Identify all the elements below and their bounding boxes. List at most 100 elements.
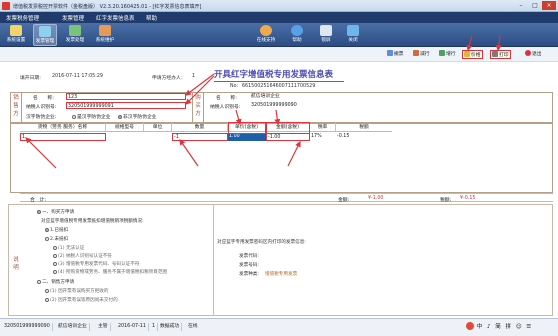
totals-amount-label: 金额: [338,198,350,203]
minus-icon [413,50,419,56]
buyer-taxid-label: 纳税人识别号: [210,105,241,110]
lock-icon [320,25,332,36]
col-name: 货物（劳务 服务）名称 [20,123,106,132]
invoice-process-button[interactable]: 发票处理 [63,24,87,46]
amount-header-highlight [266,122,310,134]
row-qty-cell[interactable]: -1 [172,133,228,141]
seller-reason-2-radio[interactable]: (2) 因开票有误等原因尚未交付的 [45,297,118,303]
window-titlebar: 增值税发票税控开票软件（金税盘版） V2.3.20.160425.01 - [红… [0,0,558,12]
menu-help[interactable]: 帮助 [146,14,157,22]
lock-screen-button[interactable]: 锁屏 [314,24,338,46]
seller-reason-1-radio[interactable]: (1) 因开票有误购买方拒收的 [45,288,109,294]
buyer-side-label: 购买方 [195,95,201,117]
system-maintain-button[interactable]: 系统维护 [93,24,117,46]
minimize-icon[interactable]: – [514,1,528,10]
tray-pinyin: 拼 [505,324,512,330]
add-row-button[interactable]: 增行 [438,50,457,59]
plus-icon [439,50,445,56]
invoice-manage-button[interactable]: 发票管理 [33,24,57,46]
status-date: 2016-07-11 [116,323,149,331]
seller-taxid-field[interactable]: 320501999999091 [66,102,186,109]
anti-fake-no-radio[interactable]: 非汉字防伪企业 [118,113,157,120]
row-name-cell[interactable]: 1 [20,133,106,141]
totals-tax-label: 税额: [440,198,452,203]
window-title: 增值税发票税控开票软件（金税盘版） V2.3.20.160425.01 - [红… [13,4,202,10]
col-unit: 单位 [144,123,172,132]
seller-apply-radio[interactable]: 二、销售方申请 [37,279,74,285]
tray-lang: 中 [476,324,483,330]
reason-3-radio[interactable]: (3) 增值税专用发票代码、号码认证不符 [53,261,139,267]
buyer-name-value: 航信培训企业 [251,94,280,99]
row-amount-cell[interactable]: -1.00 [266,133,310,141]
status-online: 在线 [188,324,198,329]
cancel-invoice-button[interactable]: 撤票 [386,50,405,59]
tray-sound: ♪ [487,324,491,330]
invoice-icon [39,26,51,37]
status-company: 航信培训企业 [56,323,90,331]
price-button[interactable]: 价格 [462,50,483,59]
exit-button[interactable]: 退出 [524,50,543,59]
support-icon [260,25,272,36]
blue-invoice-heading: 对应蓝字专用发票密码区内打印的发票信息: [217,240,306,245]
status-count: 1 [150,323,159,331]
seller-taxid-label: 纳税人识别号: [26,105,57,110]
menu-invoice-manage[interactable]: 发票管理 [62,14,84,22]
reason-1-radio[interactable]: (1) 无法认证 [53,245,84,251]
invoice-number-label: 发票号码: [239,263,259,268]
totals-label: 合 计: [30,198,47,203]
exit-circle-icon [525,50,531,56]
system-settings-button[interactable]: 系统设置 [4,24,28,46]
reason-4-radio[interactable]: (4) 所购货物或劳务、服务不属于增值税扣税项目范围 [53,269,167,275]
buyer-taxid-value: 320501999999090 [251,103,297,108]
totals-row: 合 计: 金额: ¥-1.00 税额: ¥-0.15 [20,193,553,203]
notes-divider [213,205,214,315]
menu-red-invoice-info[interactable]: 红字发票信息表 [96,14,135,22]
app-icon [2,2,10,10]
row-tax-cell[interactable]: -0.15 [336,133,392,141]
anti-fake-yes-radio[interactable]: 是汉字防伪企业 [72,113,111,120]
row-spec-cell[interactable] [106,133,144,141]
tray-emoji: ☺ [515,324,522,330]
totals-amount: ¥-1.00 [368,196,384,201]
action-bar: 撤票 减行 增行 价格 打印 退出 [0,47,558,62]
reason-2-radio[interactable]: (2) 纳税人识别号认证不符 [53,253,112,259]
settings-icon [10,25,22,36]
anti-fake-label: 汉字防伪企业: [26,115,57,120]
col-tax: 税额 [336,123,392,132]
row-rate-cell[interactable]: 17% [310,133,336,141]
fill-date-label: 填开日期: [20,76,41,81]
maintain-icon [99,25,111,36]
close-icon[interactable]: × [542,1,556,10]
seller-name-field[interactable]: 123 [66,93,186,100]
close-app-button[interactable]: 关闭 [341,24,365,46]
status-role: 主管 [96,323,111,331]
tray-menu: ☰ [526,324,532,330]
row-price-cell[interactable]: 1.00 [228,133,266,141]
remove-row-button[interactable]: 减行 [412,50,431,59]
online-support-button[interactable]: 在线支持 [254,24,278,46]
status-bar: 320501999999090 航信培训企业 主管 2016-07-11 1 数… [0,318,558,336]
row-unit-cell[interactable] [144,133,172,141]
ime-tray[interactable]: 中 ♪ 简 拼 ☺ ☰ [466,321,531,333]
no-label: No: [230,84,239,89]
notes-section: 说明 一、购买方申请 对应蓝字增值税专用发票抵扣增值税销项税额情况: 1.已抵扣… [8,204,553,316]
col-spec: 规格型号 [106,123,144,132]
print-button[interactable]: 打印 [490,50,511,59]
help-button[interactable]: 帮助 [285,24,309,46]
help-icon [291,25,303,36]
price-icon [464,51,470,57]
buyer-apply-radio[interactable]: 一、购买方申请 [37,209,74,215]
col-rate: 税率 [310,123,336,132]
deducted-radio[interactable]: 1.已抵扣 [45,227,68,233]
status-message: 数据成功 [158,323,183,331]
applicant-value: 1 [192,74,196,79]
totals-tax: ¥-0.15 [460,196,476,201]
not-deducted-radio[interactable]: 2.未抵扣 [45,236,68,242]
buyer-name-label: 名 称: [216,96,237,101]
notes-side-label: 说明 [13,257,19,271]
menu-invoice-tax[interactable]: 发票税务管理 [6,14,39,22]
main-toolbar: 系统设置 发票管理 发票处理 系统维护 在线支持 帮助 锁屏 关闭 [0,23,558,47]
invoice-type-value: 增值税专用发票 [265,272,298,277]
menu-bar: 发票税务管理 发票管理 红字发票信息表 帮助 [0,12,558,23]
maximize-icon[interactable]: □ [528,1,542,10]
